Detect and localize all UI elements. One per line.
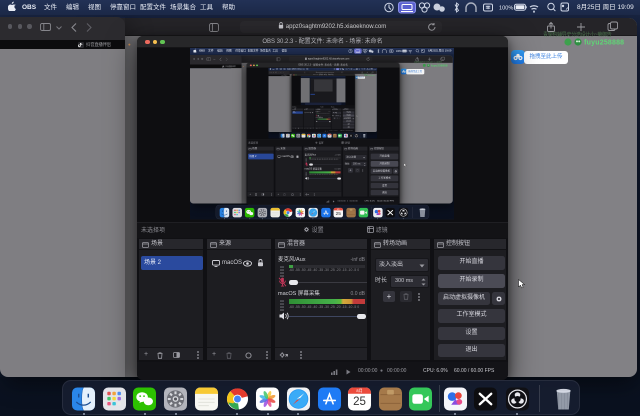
svg-text:100%: 100% xyxy=(396,51,402,53)
svg-text:25: 25 xyxy=(336,211,342,217)
svg-text:25: 25 xyxy=(329,136,331,138)
svg-text:100%: 100% xyxy=(353,68,356,70)
svg-text:25: 25 xyxy=(353,396,366,408)
svg-text:100%: 100% xyxy=(499,5,513,11)
svg-text:8月: 8月 xyxy=(357,388,363,393)
